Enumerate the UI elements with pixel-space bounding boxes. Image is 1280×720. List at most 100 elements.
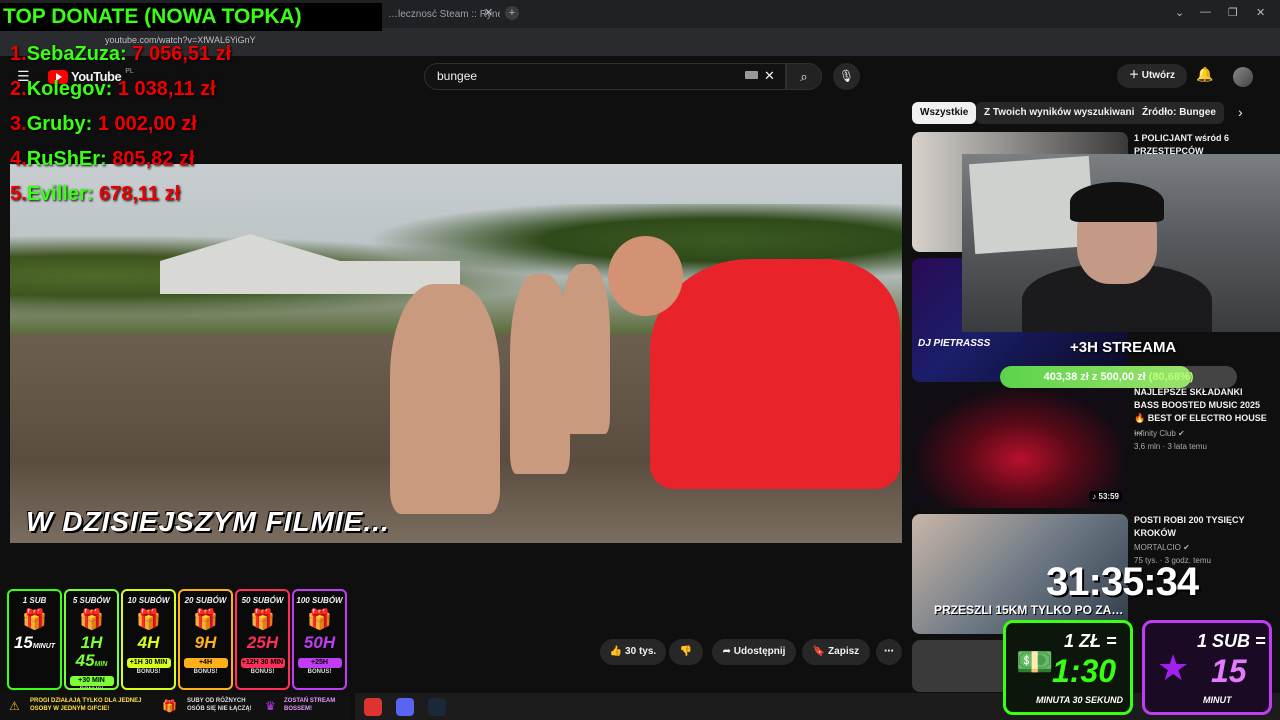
search-input[interactable]: bungee — [424, 63, 786, 90]
like-count: 30 tys. — [625, 646, 657, 657]
keyboard-icon[interactable] — [745, 71, 758, 79]
share-button[interactable]: ➦ Udostępnij — [712, 639, 796, 665]
donor-row: 1.SebaZuza: 7 056,51 zł — [10, 43, 232, 65]
bonus-label: BONUS! — [79, 687, 104, 690]
sub-goal-label: 5 SUBÓW — [72, 596, 111, 605]
video-person-red-shirt — [650, 259, 900, 489]
donor-amount: 7 056,51 zł — [132, 43, 232, 65]
video-person — [560, 264, 610, 434]
donor-rank: 1. — [10, 43, 27, 65]
tab-search-icon[interactable]: ⌄ — [1175, 6, 1184, 19]
bonus-label: BONUS! — [250, 669, 275, 675]
sub-goal-card: 20 SUBÓW 🎁 9H +4H BONUS! — [178, 589, 233, 690]
donor-row: 3.Gruby: 1 002,00 zł — [10, 113, 197, 135]
gift-icon: 🎁 — [250, 609, 275, 631]
close-window-icon[interactable]: ✕ — [1256, 6, 1265, 19]
money-rate-value: 1:30 — [1052, 653, 1117, 689]
donor-row: 4.RuShEr: 805,82 zł — [10, 148, 195, 170]
sub-goal-bonus: +4H — [183, 658, 228, 668]
share-label: Udostępnij — [733, 646, 786, 657]
more-actions-button[interactable]: ⋯ — [876, 639, 902, 665]
video-duration: ♪ 53:59 — [1089, 491, 1122, 502]
donor-rank: 2. — [10, 78, 27, 100]
thumbnail-text: DJ PIETRASSS — [918, 338, 991, 349]
plus-icon: ＋ — [1128, 70, 1142, 81]
info-thresholds: PROGI DZIAŁAJĄ TYLKO DLA JEDNEJ OSOBY W … — [30, 698, 142, 712]
video-player[interactable] — [10, 164, 902, 543]
video-person — [390, 284, 500, 514]
create-button[interactable]: ＋ Utwórz — [1117, 64, 1187, 88]
chip-your-results[interactable]: Z Twoich wyników wyszukiwania — [976, 102, 1148, 124]
donor-name: Kolegov — [26, 78, 106, 100]
donor-amount: 1 038,11 zł — [117, 78, 216, 100]
bonus-label: BONUS! — [193, 669, 218, 675]
stream-goal-title: +3H STREAMA — [1070, 339, 1177, 356]
recommendation-title[interactable]: POSTI ROBI 200 TYSIĘCY KROKÓW — [1134, 514, 1269, 540]
sub-goal-bonus: +12H 30 MIN — [240, 658, 285, 668]
sub-goal-bonus: +25H — [297, 658, 342, 668]
recommendation-thumbnail[interactable]: ♪ 53:59 — [912, 386, 1128, 508]
share-icon: ➦ — [722, 646, 734, 657]
thumb-up-icon: 👍 — [609, 646, 626, 657]
notifications-bell-icon[interactable]: 🔔 — [1196, 66, 1213, 83]
sub-goal-label: 100 SUBÓW — [296, 596, 343, 605]
dislike-button[interactable]: 👎 — [669, 639, 703, 665]
gift-icon: 🎁 — [22, 609, 47, 631]
gift-icon: 🎁 — [307, 609, 332, 631]
sub-goal-value: 4H — [137, 633, 160, 652]
donor-amount: 678,11 zł — [98, 183, 181, 205]
sub-goal-label: 10 SUBÓW — [127, 596, 170, 605]
sub-goal-value: 50H — [303, 633, 336, 652]
donor-name: SebaZuza — [26, 43, 121, 65]
chevron-right-icon[interactable]: › — [1238, 104, 1243, 120]
recommendation-channel[interactable]: Infinity Club ✔ — [1134, 429, 1185, 438]
close-tab-icon[interactable]: ✕ — [484, 6, 493, 19]
steam-icon[interactable] — [428, 698, 446, 716]
sub-goal-value: 1H 45MIN — [75, 633, 108, 670]
sub-goal-card: 10 SUBÓW 🎁 4H +1H 30 MIN BONUS! — [121, 589, 176, 690]
more-dots-icon: ⋯ — [884, 646, 894, 657]
gift-icon: 🎁 — [193, 609, 218, 631]
sub-goal-label: 50 SUBÓW — [241, 596, 284, 605]
clear-search-icon[interactable]: ✕ — [764, 68, 775, 84]
sub-goal-label: 20 SUBÓW — [184, 596, 227, 605]
donor-amount: 1 002,00 zł — [97, 113, 197, 135]
gift-icon: 🎁 — [162, 699, 177, 713]
new-tab-icon[interactable]: + — [505, 6, 519, 20]
minimize-icon[interactable]: — — [1200, 6, 1211, 18]
info-boss: ZOSTAŃ STREAM BOSSEM! — [284, 698, 336, 712]
search-button[interactable]: ⌕ — [786, 63, 822, 90]
recommendation-channel[interactable]: MORTALCIO ✔ — [1134, 543, 1190, 552]
discord-icon[interactable] — [396, 698, 414, 716]
sub-goal-value: 15MINUT — [13, 633, 56, 652]
sub-goal-value: 25H — [246, 633, 279, 652]
crown-icon: ♛ — [265, 699, 276, 713]
chip-all[interactable]: Wszystkie — [912, 102, 977, 124]
sub-goal-bonus: +30 MIN — [69, 676, 114, 686]
save-button[interactable]: 🔖 Zapisz — [802, 639, 870, 665]
like-button[interactable]: 👍 30 tys. — [600, 639, 666, 665]
donor-name: RuShEr — [26, 148, 101, 170]
browser-tab[interactable]: …lecznosć Steam :: Rynek Sp… — [380, 4, 500, 26]
donor-rank: 4. — [10, 148, 27, 170]
thumb-down-icon: 👎 — [679, 646, 693, 657]
video-person-head — [608, 236, 683, 316]
bonus-label: BONUS! — [136, 669, 161, 675]
voice-search-button[interactable]: 🎙 — [833, 63, 860, 90]
sub-rate-unit: MINUT — [1203, 695, 1232, 705]
thumbnail-text: PRZESZLI 15KM TYLKO PO ZA… — [934, 603, 1124, 617]
sub-goal-card: 100 SUBÓW 🎁 50H +25H BONUS! — [292, 589, 347, 690]
save-label: Zapisz — [828, 646, 860, 657]
video-caption: W DZISIEJSZYM FILMIE... — [26, 506, 390, 537]
money-rate-head: 1 ZŁ = — [1064, 631, 1117, 651]
bonus-label: BONUS! — [307, 669, 332, 675]
sub-goal-card: 50 SUBÓW 🎁 25H +12H 30 MIN BONUS! — [235, 589, 290, 690]
sub-rate-box: 1 SUB = ★ 15 MINUT — [1142, 620, 1272, 715]
chip-source[interactable]: Źródło: Bungee — [1134, 102, 1224, 124]
avatar[interactable] — [1233, 67, 1253, 87]
donor-row: 5.Eviller: 678,11 zł — [10, 183, 181, 205]
sub-rate-head: 1 SUB = — [1197, 631, 1266, 651]
restore-icon[interactable]: ❐ — [1228, 6, 1238, 19]
obs-icon[interactable] — [364, 698, 382, 716]
webcam-overlay — [962, 154, 1280, 332]
